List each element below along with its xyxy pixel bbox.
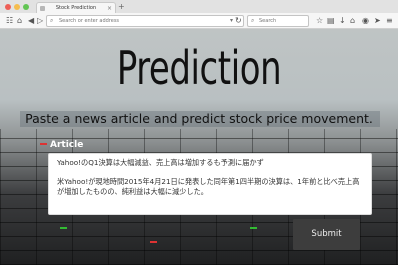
dropdown-arrow-icon[interactable]: ▾ xyxy=(230,16,233,26)
ticker-mark xyxy=(150,241,157,243)
article-textarea[interactable]: Yahoo!のQ1決算は大幅減益、売上高は増加するも予測に届かず 米Yahoo!… xyxy=(48,153,372,215)
forward-arrow-icon[interactable]: ▷ xyxy=(37,14,43,27)
back-arrow-icon[interactable]: ◀ xyxy=(28,14,34,27)
page-content: Prediction Paste a news article and pred… xyxy=(0,29,398,265)
tab-strip: Stock Prediction × + xyxy=(0,0,398,14)
maximize-window-icon[interactable] xyxy=(23,4,29,10)
new-tab-button[interactable]: + xyxy=(118,1,125,12)
home-icon[interactable]: ⌂ xyxy=(17,14,22,27)
minimize-window-icon[interactable] xyxy=(14,4,20,10)
search-placeholder: Search xyxy=(259,18,277,24)
send-icon[interactable]: ➤ xyxy=(374,14,381,27)
article-label: Article xyxy=(50,140,84,150)
close-window-icon[interactable] xyxy=(5,4,11,10)
bookmark-star-icon[interactable]: ☆ xyxy=(316,14,323,27)
favicon-icon xyxy=(40,6,45,11)
ticker-mark xyxy=(250,227,257,229)
ticker-mark xyxy=(40,143,47,145)
sidebar-toggle-icon[interactable]: ☷ xyxy=(6,14,13,27)
ticker-mark xyxy=(60,227,67,229)
tab-title: Stock Prediction xyxy=(55,5,97,11)
submit-button[interactable]: Submit xyxy=(293,219,360,250)
search-input[interactable]: ⌕ Search xyxy=(247,15,309,27)
reload-icon[interactable]: ↻ xyxy=(235,14,242,27)
page-subtitle: Paste a news article and predict stock p… xyxy=(25,111,373,126)
menu-icon[interactable]: ≡ xyxy=(386,14,393,27)
clipboard-icon[interactable]: ▤ xyxy=(327,14,335,27)
url-placeholder: Search or enter address xyxy=(59,18,120,24)
article-paragraph: Yahoo!のQ1決算は大幅減益、売上高は増加するも予測に届かず xyxy=(57,158,264,167)
search-icon: ⌕ xyxy=(251,17,255,24)
search-icon: ⌕ xyxy=(50,17,54,24)
sync-icon[interactable]: ◉ xyxy=(362,14,369,27)
page-title: Prediction xyxy=(116,41,282,95)
article-paragraph: 米Yahoo!が現地時間2015年4月21日に発表した同年第1四半期の決算は、1… xyxy=(57,177,360,196)
browser-toolbar: ☷ ⌂ ◀ ▷ ⌕ Search or enter address ▾ ↻ ⌕ … xyxy=(0,13,398,29)
home-icon[interactable]: ⌂ xyxy=(350,14,355,27)
downloads-icon[interactable]: ↓ xyxy=(339,14,346,27)
url-input[interactable]: ⌕ Search or enter address ▾ xyxy=(46,15,244,27)
